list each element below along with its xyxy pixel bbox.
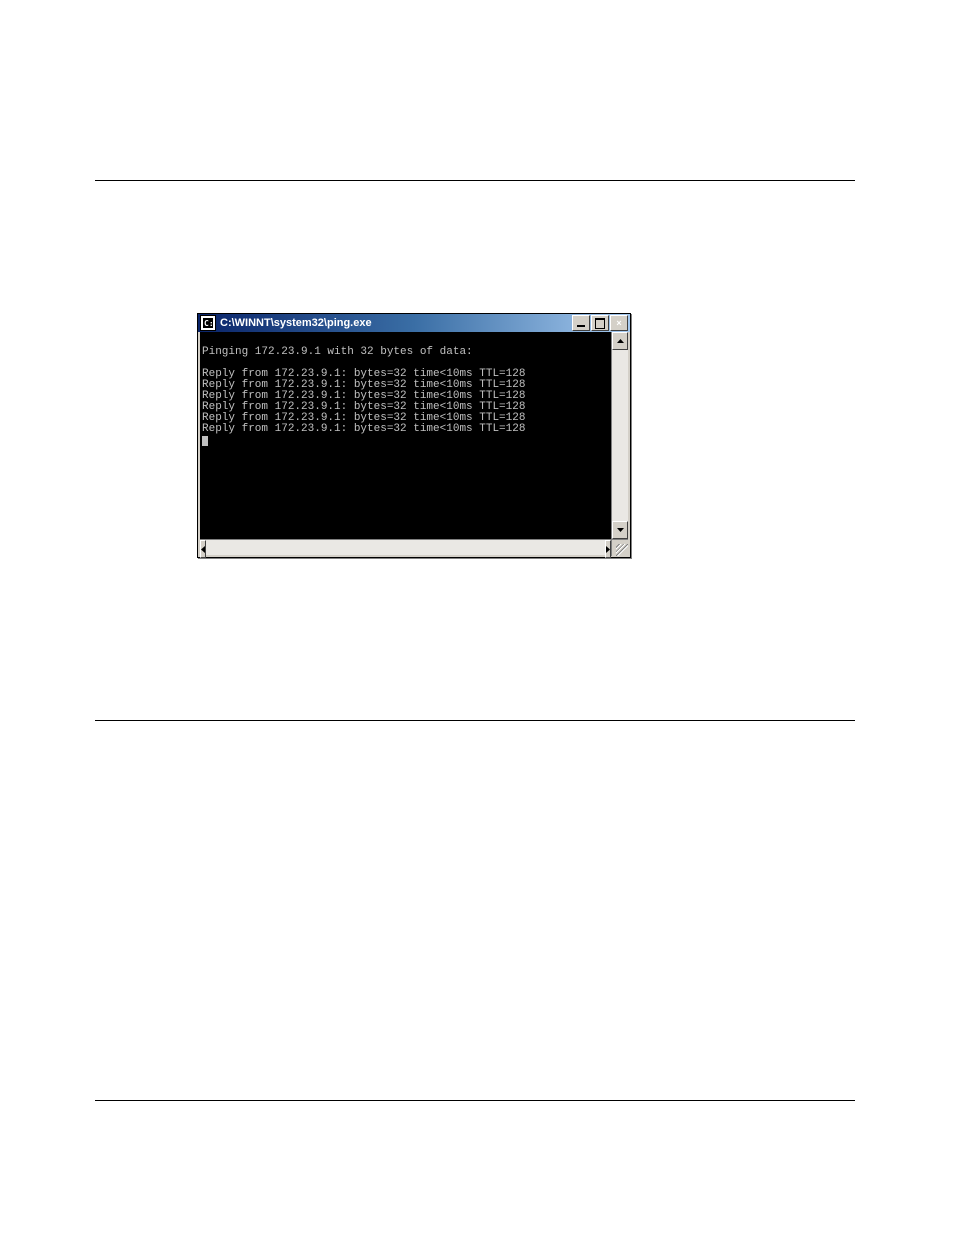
divider-mid-2: [95, 1100, 855, 1101]
divider-top: [95, 180, 855, 181]
titlebar-buttons: ×: [572, 315, 628, 331]
vertical-scrollbar[interactable]: [611, 332, 628, 539]
terminal-output: Pinging 172.23.9.1 with 32 bytes of data…: [200, 332, 611, 539]
minimize-button[interactable]: [572, 315, 590, 331]
scroll-up-button[interactable]: [612, 332, 628, 350]
window-title: C:\WINNT\system32\ping.exe: [220, 317, 572, 329]
close-button[interactable]: ×: [610, 315, 628, 331]
chevron-down-icon: [617, 528, 624, 532]
grip-icon: [616, 544, 628, 556]
app-icon: C:: [200, 315, 216, 331]
chevron-right-icon: [606, 546, 610, 553]
console-window: C: C:\WINNT\system32\ping.exe × Pinging …: [197, 313, 631, 558]
scroll-down-button[interactable]: [612, 521, 628, 539]
client-area: Pinging 172.23.9.1 with 32 bytes of data…: [200, 332, 628, 555]
maximize-button[interactable]: [591, 315, 609, 331]
resize-corner[interactable]: [611, 539, 628, 556]
horizontal-scrollbar[interactable]: [200, 539, 611, 555]
scroll-track-horizontal[interactable]: [206, 540, 605, 555]
divider-mid-1: [95, 720, 855, 721]
svg-text:C:: C:: [204, 319, 213, 328]
scroll-track-vertical[interactable]: [612, 350, 628, 521]
titlebar[interactable]: C: C:\WINNT\system32\ping.exe ×: [198, 314, 630, 332]
page: C: C:\WINNT\system32\ping.exe × Pinging …: [0, 0, 954, 1235]
cursor: [202, 436, 208, 446]
chevron-up-icon: [617, 339, 624, 343]
chevron-left-icon: [201, 546, 205, 553]
